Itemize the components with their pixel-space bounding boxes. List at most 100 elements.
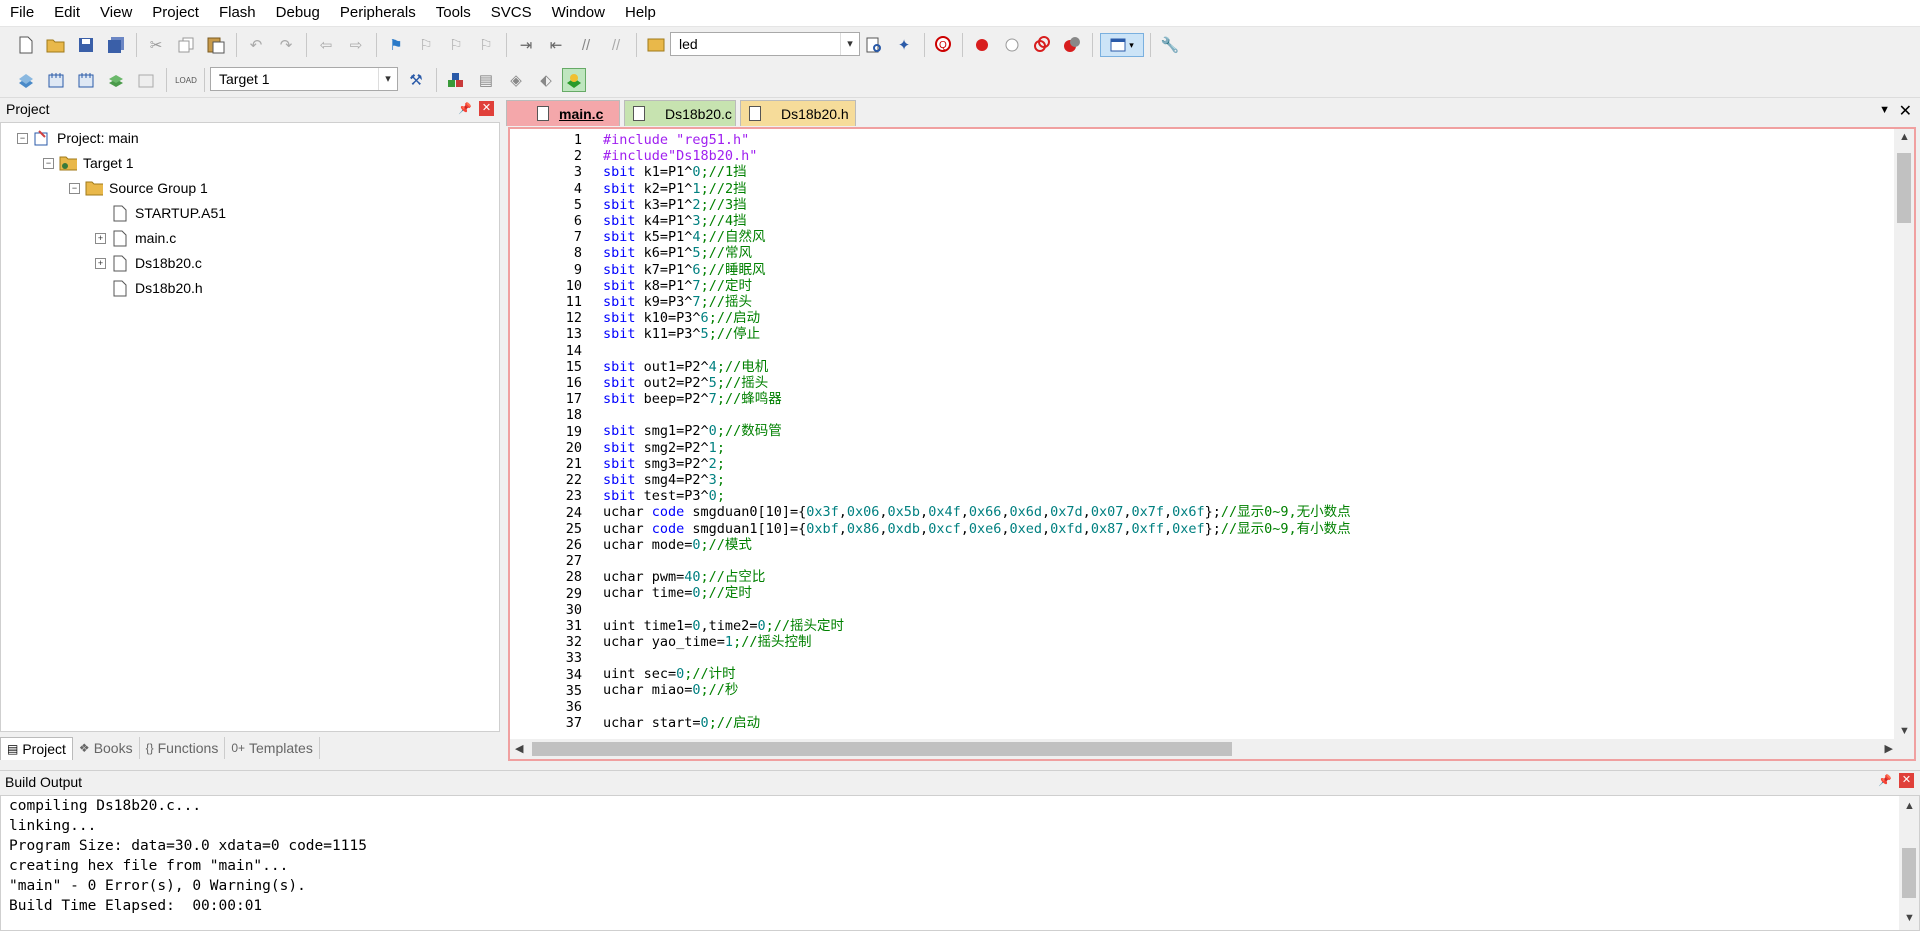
pack-installer-icon[interactable]: ◈: [504, 68, 528, 92]
tab-main-c[interactable]: main.c: [506, 100, 620, 126]
scroll-up-icon[interactable]: ▲: [1899, 131, 1910, 143]
settings-wrench-icon[interactable]: 🔧: [1158, 33, 1182, 57]
code-line[interactable]: uchar code smgduan1[10]={0xbf,0x86,0xdb,…: [603, 521, 1351, 537]
code-line[interactable]: sbit smg1=P2^0;//数码管: [603, 423, 1351, 439]
open-file-icon[interactable]: [44, 33, 68, 57]
vertical-scrollbar[interactable]: ▲ ▼: [1894, 129, 1914, 759]
save-icon[interactable]: [74, 33, 98, 57]
code-line[interactable]: sbit smg4=P2^3;: [603, 472, 1351, 488]
build-scroll-thumb[interactable]: [1902, 848, 1916, 898]
code-line[interactable]: sbit k9=P3^7;//摇头: [603, 294, 1351, 310]
code-line[interactable]: uchar pwm=40;//占空比: [603, 569, 1351, 585]
vertical-scroll-thumb[interactable]: [1897, 153, 1911, 223]
collapse-icon[interactable]: −: [17, 133, 28, 144]
code-line[interactable]: sbit k3=P1^2;//3挡: [603, 197, 1351, 213]
code-line[interactable]: uint sec=0;//计时: [603, 666, 1351, 682]
clear-bookmarks-icon[interactable]: ⚐: [474, 33, 498, 57]
file-extensions-icon[interactable]: ▤: [474, 68, 498, 92]
tree-item-main-c[interactable]: + main.c: [95, 227, 176, 249]
code-line[interactable]: [603, 342, 1351, 358]
code-line[interactable]: [603, 407, 1351, 423]
download-icon[interactable]: LOAD: [174, 68, 198, 92]
code-line[interactable]: [603, 553, 1351, 569]
scroll-right-icon[interactable]: ▶: [1885, 742, 1893, 755]
batch-build-icon[interactable]: [104, 68, 128, 92]
code-line[interactable]: uchar yao_time=1;//摇头控制: [603, 634, 1351, 650]
run-time-env-icon[interactable]: [562, 68, 586, 92]
code-line[interactable]: sbit k11=P3^5;//停止: [603, 326, 1351, 342]
target-combo[interactable]: Target 1 ▾: [210, 67, 398, 91]
code-editor[interactable]: 1 2 3 4 5 6 7 8 9 10 11 12 13 14 15 16 17 18 19 20 21 22 23 24 2…: [508, 127, 1916, 761]
bookmark-icon[interactable]: ⚑: [384, 33, 408, 57]
code-line[interactable]: uchar mode=0;//模式: [603, 537, 1351, 553]
cut-icon[interactable]: ✂: [144, 33, 168, 57]
build-output-log[interactable]: ▲ ▼ compiling Ds18b20.c... linking... Prog…: [0, 795, 1920, 931]
tab-ds18b20-c[interactable]: Ds18b20.c: [624, 100, 736, 126]
collapse-icon[interactable]: −: [43, 158, 54, 169]
menu-svcs[interactable]: SVCS: [481, 0, 542, 26]
horizontal-scrollbar[interactable]: ◀ ▶: [510, 739, 1898, 759]
code-line[interactable]: uchar time=0;//定时: [603, 585, 1351, 601]
breakpoint-clear-icon[interactable]: [1060, 33, 1084, 57]
code-line[interactable]: sbit out2=P2^5;//摇头: [603, 375, 1351, 391]
expand-icon[interactable]: +: [95, 233, 106, 244]
select-device-icon[interactable]: ⬖: [534, 68, 558, 92]
tree-item-project-main[interactable]: − Project: main: [17, 127, 139, 149]
pin-icon[interactable]: 📌: [458, 102, 472, 116]
redo-icon[interactable]: ↷: [274, 33, 298, 57]
menu-debug[interactable]: Debug: [266, 0, 330, 26]
breakpoint-icon[interactable]: [970, 33, 994, 57]
code-line[interactable]: sbit out1=P2^4;//电机: [603, 359, 1351, 375]
code-line[interactable]: sbit smg3=P2^2;: [603, 456, 1351, 472]
code-line[interactable]: uchar code smgduan0[10]={0x3f,0x06,0x5b,…: [603, 504, 1351, 520]
tab-templates[interactable]: 0+ Templates: [225, 737, 320, 759]
code-line[interactable]: sbit k7=P1^6;//睡眠风: [603, 262, 1351, 278]
manage-components-icon[interactable]: [444, 68, 468, 92]
code-line[interactable]: sbit smg2=P2^1;: [603, 440, 1351, 456]
menu-view[interactable]: View: [90, 0, 142, 26]
code-line[interactable]: #include "reg51.h": [603, 132, 1351, 148]
menu-edit[interactable]: Edit: [44, 0, 90, 26]
tree-item-startup-a51[interactable]: STARTUP.A51: [111, 202, 226, 224]
breakpoint-kill-icon[interactable]: [1030, 33, 1054, 57]
translate-icon[interactable]: [14, 68, 38, 92]
code-line[interactable]: sbit k6=P1^5;//常风: [603, 245, 1351, 261]
tab-list-chevron-icon[interactable]: ▼: [1879, 104, 1890, 116]
tree-item-target-1[interactable]: − Target 1: [43, 152, 134, 174]
copy-icon[interactable]: [174, 33, 198, 57]
unindent-icon[interactable]: ⇤: [544, 33, 568, 57]
tree-item-source-group-1[interactable]: − Source Group 1: [69, 177, 208, 199]
menu-flash[interactable]: Flash: [209, 0, 266, 26]
menu-project[interactable]: Project: [142, 0, 209, 26]
tab-functions[interactable]: {} Functions: [140, 737, 226, 759]
rebuild-icon[interactable]: [74, 68, 98, 92]
code-line[interactable]: [603, 650, 1351, 666]
save-all-icon[interactable]: [104, 33, 128, 57]
code-line[interactable]: sbit k10=P3^6;//启动: [603, 310, 1351, 326]
scroll-down-icon[interactable]: ▼: [1899, 725, 1910, 737]
code-line[interactable]: [603, 601, 1351, 617]
uncomment-icon[interactable]: //: [604, 33, 628, 57]
horizontal-scroll-thumb[interactable]: [532, 742, 1232, 756]
tree-item-ds18b20-h[interactable]: Ds18b20.h: [111, 277, 203, 299]
menu-help[interactable]: Help: [615, 0, 666, 26]
find-icon[interactable]: [644, 33, 668, 57]
stop-build-icon[interactable]: [134, 68, 158, 92]
tab-project[interactable]: ▤ Project: [0, 736, 73, 760]
code-line[interactable]: uchar start=0;//启动: [603, 715, 1351, 731]
menu-tools[interactable]: Tools: [426, 0, 481, 26]
find-in-files-icon[interactable]: [862, 33, 886, 57]
chevron-down-icon[interactable]: ▾: [378, 68, 397, 90]
build-vertical-scrollbar[interactable]: ▲ ▼: [1899, 796, 1919, 930]
code-line[interactable]: sbit k8=P1^7;//定时: [603, 278, 1351, 294]
windows-layout-icon[interactable]: ▾: [1100, 33, 1144, 57]
close-editor-icon[interactable]: ✕: [1899, 101, 1912, 121]
code-line[interactable]: sbit k4=P1^3;//4挡: [603, 213, 1351, 229]
code-line[interactable]: sbit test=P3^0;: [603, 488, 1351, 504]
breakpoint-disable-icon[interactable]: [1000, 33, 1024, 57]
chevron-down-icon[interactable]: ▾: [840, 33, 859, 55]
comment-icon[interactable]: //: [574, 33, 598, 57]
code-line[interactable]: [603, 699, 1351, 715]
new-file-icon[interactable]: [14, 33, 38, 57]
nav-forward-icon[interactable]: ⇨: [344, 33, 368, 57]
